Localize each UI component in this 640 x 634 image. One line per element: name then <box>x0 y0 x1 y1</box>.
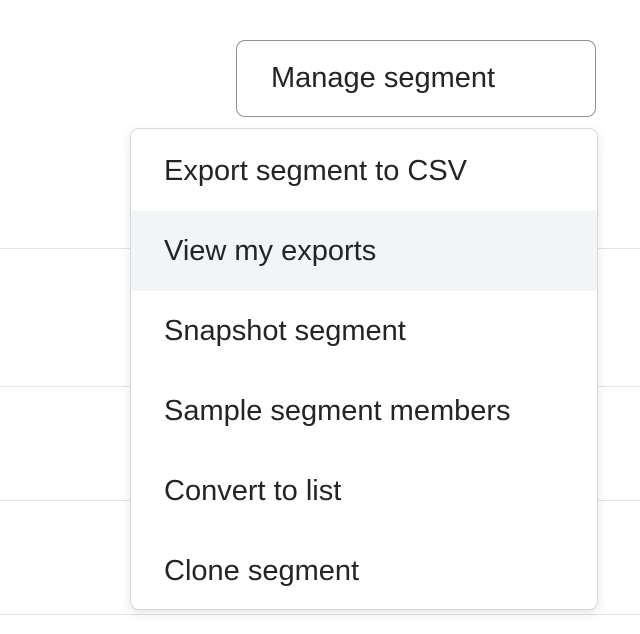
menu-item-sample-segment-members[interactable]: Sample segment members <box>131 371 597 451</box>
menu-item-label: Clone segment <box>164 554 360 587</box>
page: Manage segment Export segment to CSV Vie… <box>0 0 640 634</box>
menu-item-view-my-exports[interactable]: View my exports <box>131 211 597 291</box>
menu-item-label: Export segment to CSV <box>164 154 468 187</box>
row-divider <box>0 614 640 615</box>
menu-item-clone-segment[interactable]: Clone segment <box>131 531 597 609</box>
menu-item-export-segment-to-csv[interactable]: Export segment to CSV <box>131 131 597 211</box>
menu-item-convert-to-list[interactable]: Convert to list <box>131 451 597 531</box>
menu-item-label: View my exports <box>164 234 377 267</box>
manage-segment-button-label: Manage segment <box>271 62 496 94</box>
menu-item-label: Convert to list <box>164 474 342 507</box>
menu-item-snapshot-segment[interactable]: Snapshot segment <box>131 291 597 371</box>
manage-segment-button[interactable]: Manage segment <box>236 40 596 117</box>
menu-item-label: Snapshot segment <box>164 314 406 347</box>
menu-item-label: Sample segment members <box>164 394 511 427</box>
manage-segment-dropdown-menu: Export segment to CSV View my exports Sn… <box>130 128 598 610</box>
